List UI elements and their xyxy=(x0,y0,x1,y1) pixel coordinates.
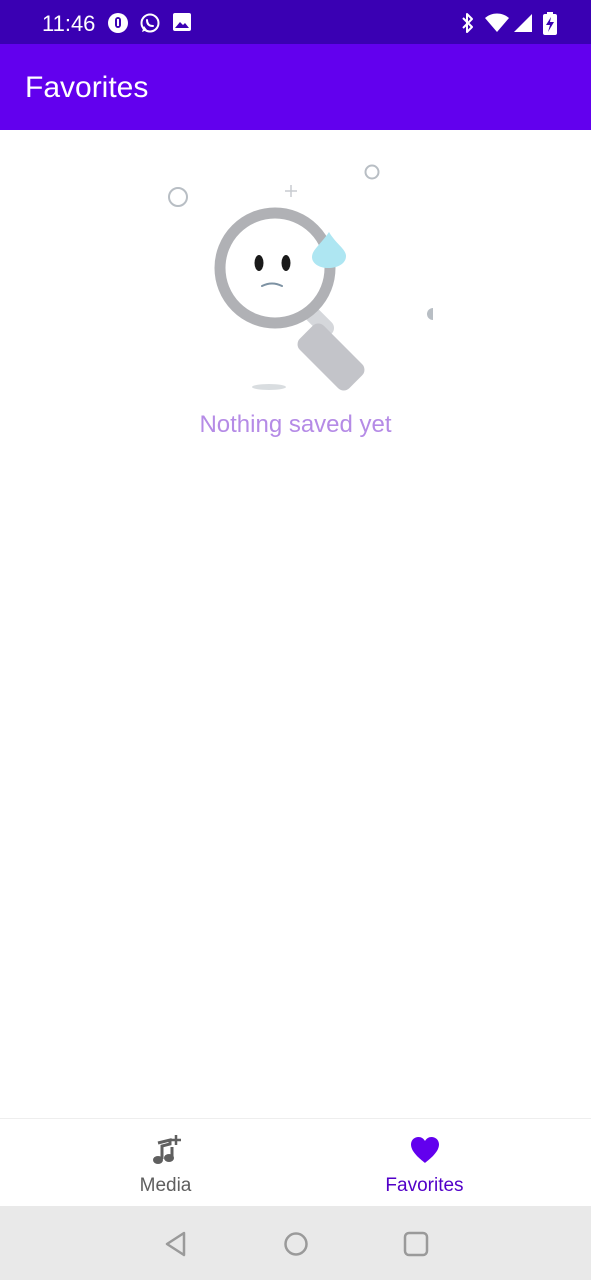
bottom-navigation: Media Favorites xyxy=(0,1118,591,1207)
system-navigation-bar xyxy=(0,1206,591,1280)
signal-icon xyxy=(513,12,533,39)
recents-icon[interactable] xyxy=(402,1230,430,1258)
battery-charging-icon xyxy=(542,12,558,41)
music-add-icon xyxy=(150,1135,182,1172)
screen: 11:46 Favorites Nothing saved yet Media … xyxy=(0,0,591,1280)
empty-state-message: Nothing saved yet xyxy=(199,411,392,438)
nav-item-favorites[interactable]: Favorites xyxy=(277,1119,572,1207)
pocket-casts-icon xyxy=(107,12,129,39)
wifi-icon xyxy=(484,12,510,39)
heart-icon xyxy=(409,1135,441,1170)
status-bar: 11:46 xyxy=(0,0,591,48)
back-icon[interactable] xyxy=(162,1230,190,1258)
app-bar: Favorites xyxy=(0,44,591,130)
home-icon[interactable] xyxy=(282,1230,310,1258)
whatsapp-icon xyxy=(139,12,161,39)
nav-label-favorites: Favorites xyxy=(385,1175,464,1196)
image-icon xyxy=(172,12,192,37)
page-title: Favorites xyxy=(25,71,149,104)
nav-label-media: Media xyxy=(139,1175,192,1196)
sad-magnifier-icon xyxy=(150,150,450,400)
nav-item-media[interactable]: Media xyxy=(18,1119,313,1207)
status-time: 11:46 xyxy=(42,11,96,36)
bluetooth-icon xyxy=(460,12,476,39)
